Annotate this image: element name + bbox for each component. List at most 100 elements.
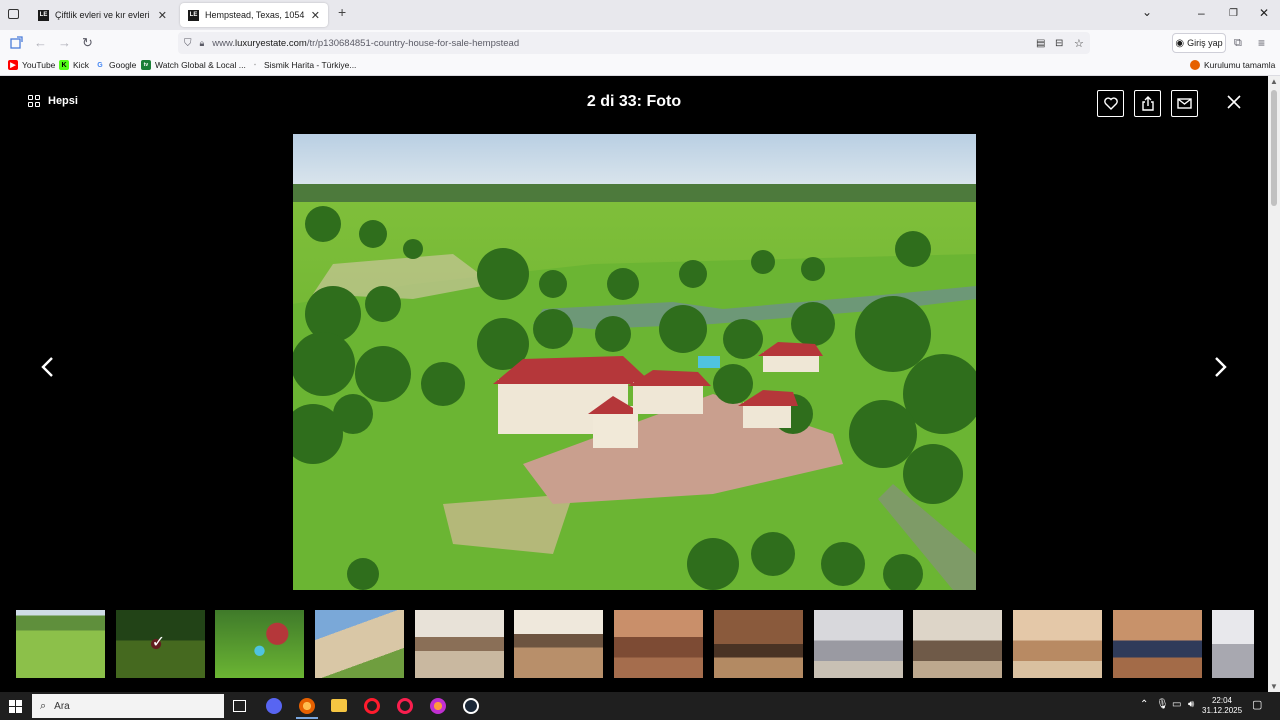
tab-list-icon[interactable] [8,9,19,19]
thumbnail[interactable] [813,610,903,678]
tab-hempstead[interactable]: LE Hempstead, Texas, 1054 m2 sat ✕ [180,3,328,27]
windows-taskbar: ⌕ Ara ⌃ 🎙︎ ▭ 🔊︎ 22:04 31.12.2025 ▢ [0,692,1280,720]
tab-label: Hempstead, Texas, 1054 m2 sat [205,10,305,20]
firefox-icon [1190,60,1200,70]
thumbnail[interactable] [1012,610,1102,678]
thumbnail[interactable] [514,610,604,678]
window-close-icon[interactable]: ✕ [1259,6,1269,20]
firefox-taskbar-icon[interactable] [299,698,315,714]
microphone-icon[interactable]: 🎙︎ [1156,700,1169,710]
back-icon[interactable]: ← [34,36,47,50]
extensions-icon[interactable]: ⧉ [1234,36,1242,50]
scroll-down-icon[interactable]: ▼ [1270,682,1278,691]
main-photo-aerial-estate [293,134,976,590]
bookmark-label: Kick [73,60,90,70]
bookmark-google[interactable]: G Google [95,60,136,70]
url-prefix: www. [212,37,235,49]
clock-time: 22:04 [1211,696,1233,705]
thumbnail[interactable] [215,610,305,678]
reload-icon[interactable]: ↻ [82,36,93,50]
notification-icon[interactable]: ▢ [1252,700,1262,711]
tray-chevron-icon[interactable]: ⌃ [1140,700,1148,710]
reader-view-icon[interactable]: ▤ [1036,38,1045,49]
close-gallery-button[interactable] [1222,91,1246,115]
heart-icon [1103,97,1118,110]
active-app-indicator [296,717,318,719]
bookmark-label: Kurulumu tamamla [1204,60,1276,70]
task-view-icon[interactable] [233,700,246,712]
bookmark-youtube[interactable]: ▶ YouTube [8,60,55,70]
tv-icon: tv [141,60,151,70]
envelope-icon [1177,98,1192,109]
new-tab-icon[interactable]: + [338,4,346,20]
email-button[interactable] [1171,90,1198,117]
clock-date: 31.12.2025 [1202,706,1243,715]
minimize-icon[interactable]: – [1198,6,1205,20]
navigation-bar: ← → ↻ ⛉ 🔒︎ www. luxuryestate.com/tr/p1306… [0,30,1280,56]
bookmark-label: Watch Global & Local ... [155,60,246,70]
opera-gx-icon[interactable] [397,698,413,714]
url-path: /tr/p130684851-country-house-for-sale-he… [306,37,520,49]
check-icon: ✓ [151,634,166,651]
tab-farm-houses[interactable]: LE Çiftlik evleri ve kır evleri satılık … [30,3,175,27]
page-scrollbar[interactable]: ▲ ▼ [1268,76,1280,692]
bookmark-label: YouTube [22,60,56,70]
close-icon [1227,95,1241,109]
thumbnail-selected[interactable]: ✓ [115,610,205,678]
windows-start-icon[interactable] [9,700,22,713]
thumbnail[interactable] [414,610,504,678]
forward-icon[interactable]: → [58,36,71,50]
thumbnail[interactable] [913,610,1003,678]
lock-icon[interactable]: 🔒︎ [200,38,205,49]
clock[interactable]: 22:04 31.12.2025 [1202,696,1242,716]
restore-icon[interactable]: ❐ [1229,8,1238,19]
photo-counter: 2 di 33: Foto [586,93,682,110]
luxuryestate-favicon: LE [38,9,49,21]
luxuryestate-favicon: LE [188,9,199,21]
thumbnail[interactable] [16,610,105,678]
search-icon: ⌕ [40,699,47,712]
previous-photo-button[interactable] [38,352,58,382]
volume-icon[interactable]: 🔊︎ [1188,700,1194,710]
url-host: luxuryestate.com [235,37,307,49]
next-photo-button[interactable] [1210,352,1230,382]
steam-icon[interactable] [463,698,479,714]
bookmark-kick[interactable]: K Kick [59,60,89,70]
bookmarks-bar: ▶ YouTube K Kick G Google tv Watch Globa… [0,56,1280,76]
favorite-button[interactable] [1097,90,1124,117]
login-button[interactable]: ◉ Giriş yap [1172,33,1226,53]
thumbnail[interactable] [614,610,704,678]
bookmark-watch-global[interactable]: tv Watch Global & Local ... [141,60,246,70]
menu-icon[interactable]: ≡ [1258,36,1265,50]
opera-icon[interactable] [364,698,380,714]
pocket-icon[interactable]: ⊟ [1055,38,1063,49]
kick-icon: K [59,60,69,70]
shield-icon[interactable]: ⛉ [184,38,192,49]
file-explorer-icon[interactable] [331,699,347,712]
scrollbar-thumb[interactable] [1271,90,1277,206]
close-icon[interactable]: ✕ [311,9,320,22]
share-button[interactable] [1134,90,1161,117]
thumbnail[interactable] [1112,610,1202,678]
tab-bar: LE Çiftlik evleri ve kır evleri satılık … [0,0,1280,30]
bookmark-star-icon[interactable]: ☆ [1074,37,1084,50]
address-bar[interactable]: ⛉ 🔒︎ www. luxuryestate.com/tr/p130684851-… [178,32,1090,54]
tab-overflow-chevron-icon[interactable]: ⌄ [1142,5,1152,19]
thumbnail[interactable] [315,610,405,678]
thumbnail-strip: ✓ [16,610,1265,678]
scroll-up-icon[interactable]: ▲ [1270,77,1278,86]
thumbnail[interactable] [1212,610,1255,678]
google-icon: G [97,61,103,69]
youtube-icon: ▶ [8,60,18,70]
bookmark-sismik-harita[interactable]: ⋅ Sismik Harita - Türkiye... [250,60,357,70]
network-icon[interactable]: ▭ [1172,700,1181,710]
firefox-dev-icon[interactable] [430,698,446,714]
sidebar-icon[interactable] [10,36,23,52]
taskbar-search-input[interactable]: ⌕ Ara [32,694,224,718]
close-icon[interactable]: ✕ [158,9,167,22]
thumbnail[interactable] [713,610,803,678]
tab-label: Çiftlik evleri ve kır evleri satılık A [55,10,152,20]
bookmark-label: Sismik Harita - Türkiye... [264,60,357,70]
discord-icon[interactable] [266,698,282,714]
bookmark-complete-setup[interactable]: Kurulumu tamamla [1190,60,1275,70]
